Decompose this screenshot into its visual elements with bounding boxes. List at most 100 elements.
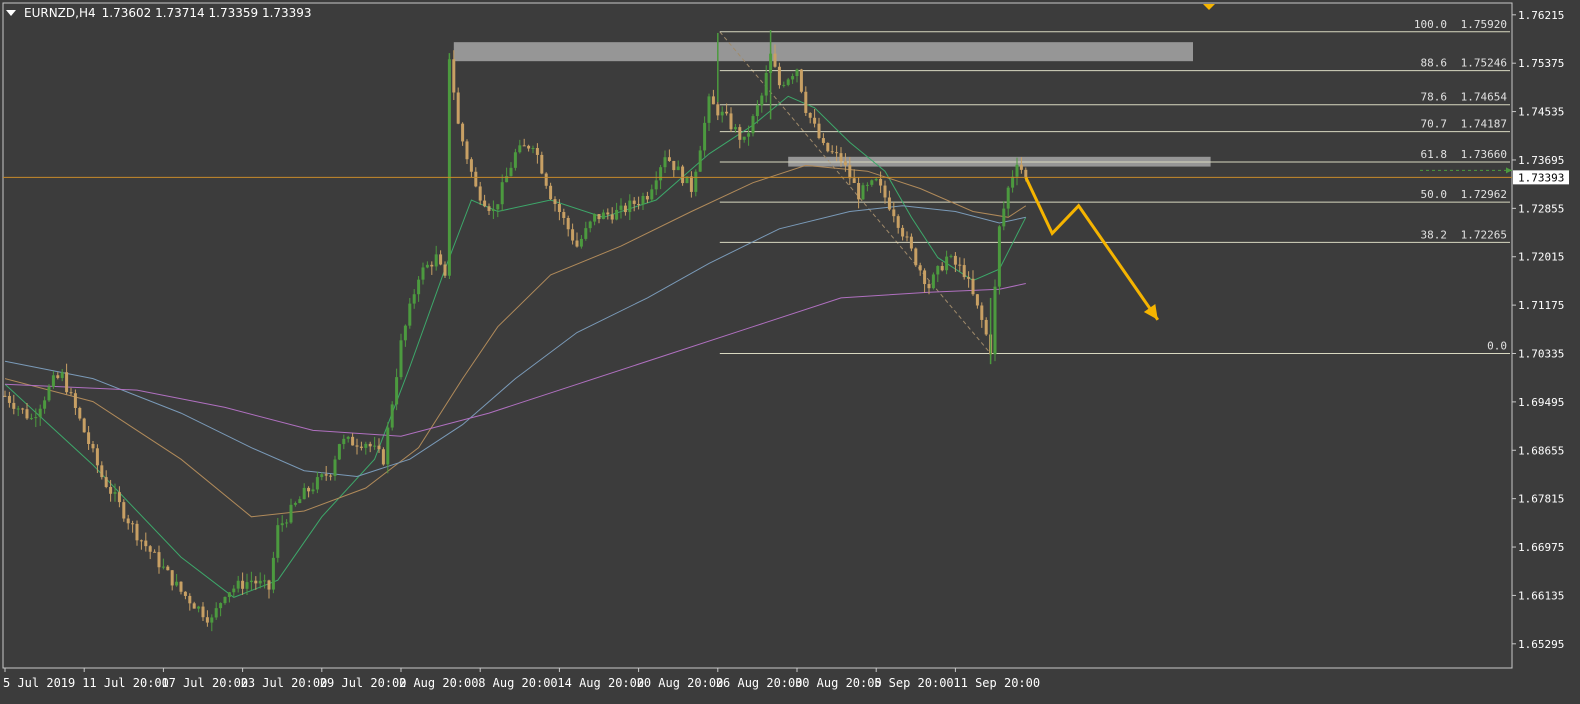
candle-body[interactable] <box>601 212 605 220</box>
candle-body[interactable] <box>535 148 539 155</box>
candle-body[interactable] <box>469 159 473 172</box>
candle-body[interactable] <box>799 69 803 92</box>
candle-body[interactable] <box>1011 176 1015 188</box>
candle-body[interactable] <box>324 474 328 476</box>
candle-body[interactable] <box>918 265 922 271</box>
candle-body[interactable] <box>7 395 11 403</box>
candle-body[interactable] <box>381 449 385 465</box>
candle-body[interactable] <box>483 200 487 207</box>
symbol-menu-icon[interactable] <box>6 10 16 16</box>
candle-body[interactable] <box>667 157 671 161</box>
candle-body[interactable] <box>901 227 905 237</box>
candle-body[interactable] <box>637 203 641 205</box>
candle-body[interactable] <box>584 228 588 239</box>
candle-body[interactable] <box>773 53 777 67</box>
candle-body[interactable] <box>760 95 764 106</box>
candle-body[interactable] <box>813 117 817 124</box>
candle-body[interactable] <box>843 161 847 166</box>
candle-body[interactable] <box>857 182 861 200</box>
candle-body[interactable] <box>663 157 667 168</box>
candle-body[interactable] <box>522 145 526 147</box>
candle-body[interactable] <box>905 236 909 238</box>
candle-body[interactable] <box>73 393 77 408</box>
candle-body[interactable] <box>540 154 544 174</box>
price-chart[interactable]: 100.0 1.75920 88.6 1.75246 78.6 1.74654 70.7 1.… <box>0 0 1580 700</box>
candle-body[interactable] <box>113 492 117 494</box>
candle-body[interactable] <box>610 214 614 220</box>
candle-body[interactable] <box>879 178 883 186</box>
candle-body[interactable] <box>16 408 20 410</box>
candle-body[interactable] <box>967 277 971 279</box>
candle-body[interactable] <box>412 294 416 304</box>
candle-body[interactable] <box>747 133 751 137</box>
candle-body[interactable] <box>764 72 768 96</box>
candle-body[interactable] <box>245 582 249 589</box>
candle-body[interactable] <box>434 254 438 267</box>
candle-body[interactable] <box>751 116 755 134</box>
candle-body[interactable] <box>267 580 271 590</box>
candle-body[interactable] <box>478 186 482 201</box>
candle-body[interactable] <box>549 185 553 200</box>
candle-body[interactable] <box>104 477 108 488</box>
candle-body[interactable] <box>82 418 86 433</box>
candle-body[interactable] <box>865 184 869 186</box>
candle-body[interactable] <box>403 325 407 341</box>
candle-body[interactable] <box>456 92 460 124</box>
candle-body[interactable] <box>192 603 196 609</box>
candle-body[interactable] <box>808 112 812 118</box>
candle-body[interactable] <box>861 185 865 200</box>
candle-body[interactable] <box>390 404 394 428</box>
candle-body[interactable] <box>122 502 126 519</box>
candle-body[interactable] <box>953 255 957 265</box>
candle-body[interactable] <box>201 606 205 618</box>
candle-body[interactable] <box>227 592 231 597</box>
candle-body[interactable] <box>100 465 104 478</box>
candle-body[interactable] <box>725 111 729 114</box>
candle-body[interactable] <box>364 443 368 448</box>
candle-body[interactable] <box>421 267 425 280</box>
candle-body[interactable] <box>835 152 839 154</box>
candle-body[interactable] <box>333 459 337 476</box>
candle-body[interactable] <box>346 436 350 439</box>
candle-body[interactable] <box>949 255 953 257</box>
candle-body[interactable] <box>139 540 143 542</box>
candle-body[interactable] <box>672 160 676 171</box>
candle-body[interactable] <box>205 617 209 623</box>
candle-body[interactable] <box>804 91 808 113</box>
candle-body[interactable] <box>936 266 940 275</box>
candle-body[interactable] <box>95 448 99 466</box>
candle-body[interactable] <box>923 270 927 285</box>
candle-body[interactable] <box>615 209 619 220</box>
candle-body[interactable] <box>153 551 157 553</box>
candle-body[interactable] <box>197 606 201 609</box>
candle-body[interactable] <box>738 127 742 140</box>
candle-body[interactable] <box>676 166 680 171</box>
candle-body[interactable] <box>562 212 566 218</box>
candle-body[interactable] <box>641 195 645 205</box>
candle-body[interactable] <box>214 608 218 618</box>
candle-body[interactable] <box>465 141 469 160</box>
candle-body[interactable] <box>87 432 91 444</box>
candle-body[interactable] <box>373 445 377 447</box>
candle-body[interactable] <box>126 518 130 524</box>
candle-body[interactable] <box>940 266 944 271</box>
candle-body[interactable] <box>681 166 685 184</box>
candle-body[interactable] <box>65 372 69 393</box>
chart-area[interactable]: 100.0 1.75920 88.6 1.75246 78.6 1.74654 70.7 1.… <box>0 0 1580 700</box>
candle-body[interactable] <box>945 256 949 271</box>
candle-body[interactable] <box>91 443 95 449</box>
candle-body[interactable] <box>487 206 491 211</box>
candle-body[interactable] <box>298 499 302 504</box>
candle-body[interactable] <box>975 294 979 306</box>
candle-body[interactable] <box>254 580 258 584</box>
fib-trendline[interactable] <box>719 31 991 354</box>
candle-body[interactable] <box>632 200 636 204</box>
candle-body[interactable] <box>654 180 658 190</box>
candle-body[interactable] <box>553 199 557 204</box>
candle-body[interactable] <box>166 566 170 571</box>
candle-body[interactable] <box>597 214 601 220</box>
candle-body[interactable] <box>742 136 746 140</box>
candle-body[interactable] <box>958 264 962 266</box>
candle-body[interactable] <box>289 504 293 523</box>
candle-body[interactable] <box>883 185 887 198</box>
